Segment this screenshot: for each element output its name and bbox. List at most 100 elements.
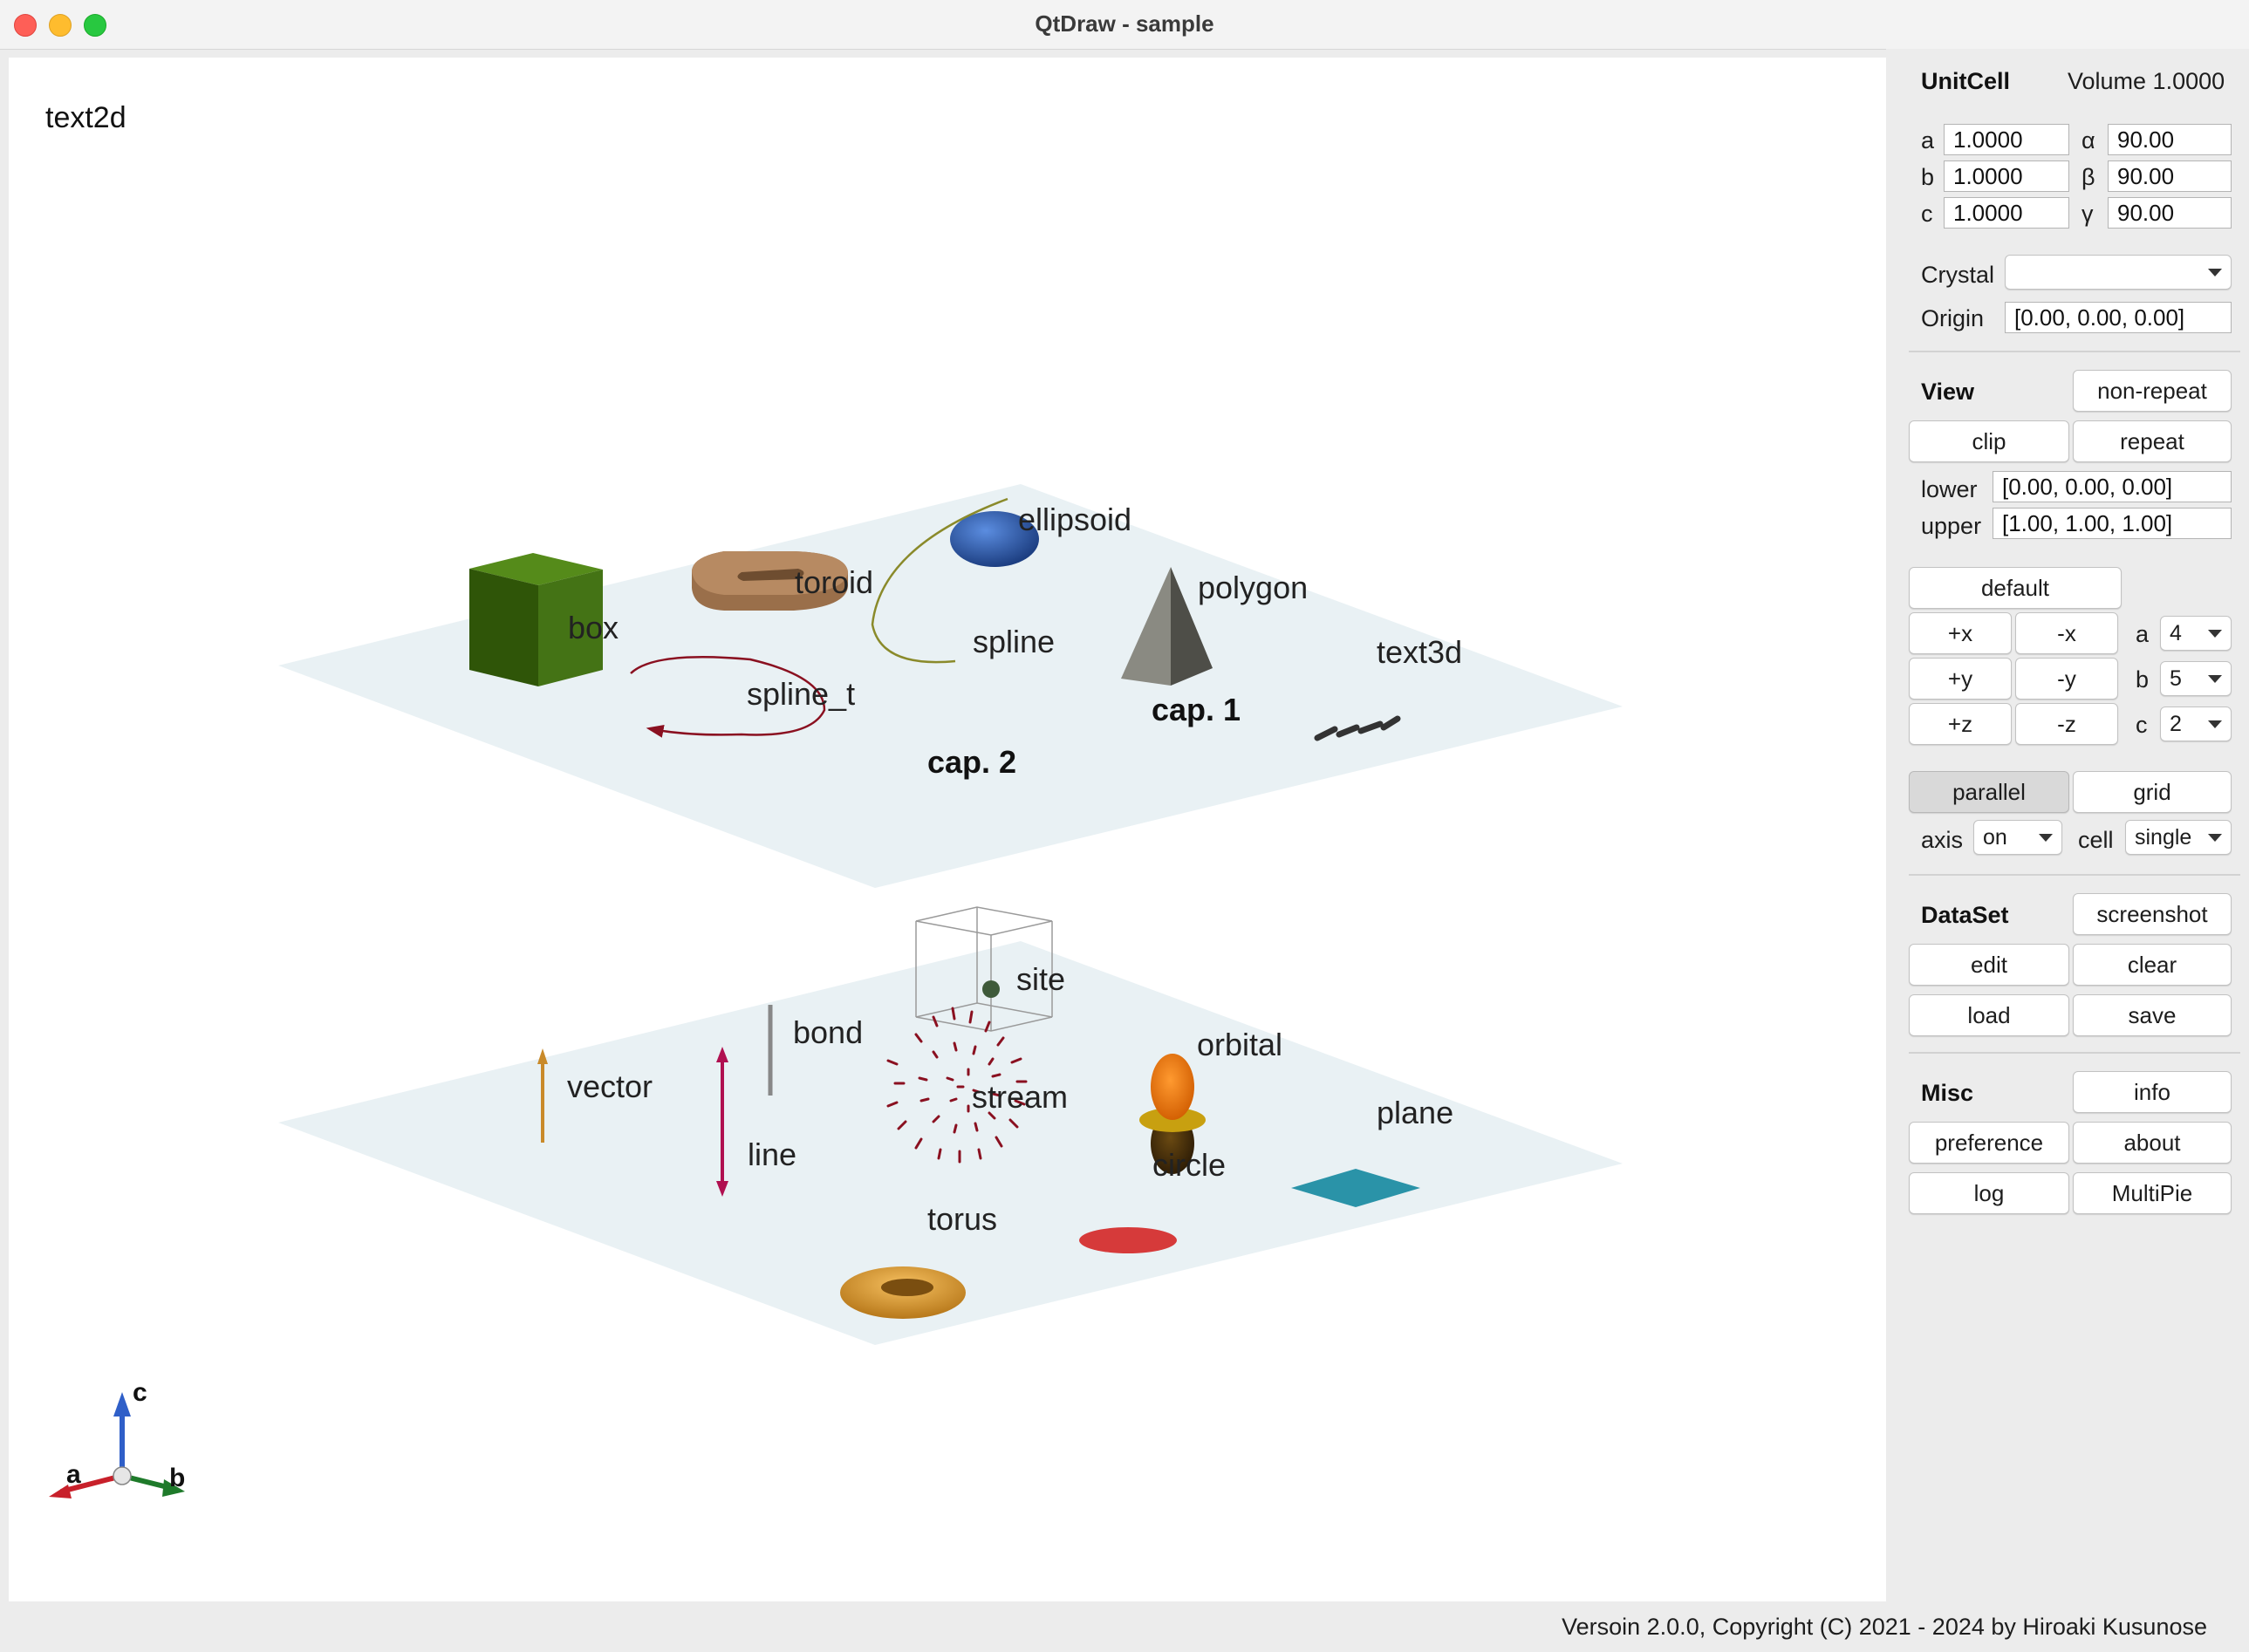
label-stream: stream — [972, 1079, 1068, 1115]
torus-shape — [840, 1266, 966, 1319]
grid-toggle[interactable]: grid — [2073, 771, 2232, 813]
axis-a-label: a — [66, 1460, 81, 1489]
origin-label: Origin — [1921, 305, 1985, 331]
dataset-header: DataSet — [1921, 902, 2009, 928]
a-field[interactable]: 1.0000 — [1944, 124, 2069, 155]
about-button[interactable]: about — [2073, 1122, 2232, 1164]
save-button[interactable]: save — [2073, 994, 2232, 1036]
view-minus-y-button[interactable]: -y — [2015, 658, 2118, 700]
chevron-down-icon — [2208, 630, 2222, 638]
crystal-label: Crystal — [1921, 262, 1995, 288]
edit-button[interactable]: edit — [1909, 944, 2069, 986]
lower-label: lower — [1921, 476, 1978, 502]
load-button[interactable]: load — [1909, 994, 2069, 1036]
chevron-down-icon — [2208, 720, 2222, 728]
lower-field[interactable]: [0.00, 0.00, 0.00] — [1993, 471, 2232, 502]
axis-select[interactable]: on — [1973, 820, 2062, 855]
repeat-a-select[interactable]: 4 — [2160, 616, 2232, 651]
repeat-b-select[interactable]: 5 — [2160, 661, 2232, 696]
chevron-down-icon — [2208, 675, 2222, 683]
c-field[interactable]: 1.0000 — [1944, 197, 2069, 229]
preference-button[interactable]: preference — [1909, 1122, 2069, 1164]
window-title: QtDraw - sample — [1035, 10, 1214, 37]
upper-plane — [278, 484, 1623, 888]
view-minus-x-button[interactable]: -x — [2015, 612, 2118, 654]
repeat-b-value: 5 — [2170, 666, 2182, 691]
view-plus-z-button[interactable]: +z — [1909, 703, 2012, 745]
gamma-label: γ — [2082, 201, 2094, 227]
upper-label: upper — [1921, 513, 1982, 539]
screenshot-button[interactable]: screenshot — [2073, 893, 2232, 935]
label-box: box — [568, 610, 619, 645]
separator — [1909, 351, 2240, 352]
site-sphere — [982, 980, 1000, 998]
label-vector: vector — [567, 1068, 653, 1104]
view-minus-z-button[interactable]: -z — [2015, 703, 2118, 745]
label-plane: plane — [1377, 1095, 1453, 1130]
view-header: View — [1921, 379, 1975, 405]
cell-label: cell — [2078, 827, 2114, 853]
scene-canvas[interactable]: c a b box toroid ellipsoid polygon splin… — [9, 58, 1886, 1601]
label-circle: circle — [1152, 1147, 1226, 1183]
gamma-field[interactable]: 90.00 — [2108, 197, 2232, 229]
clear-button[interactable]: clear — [2073, 944, 2232, 986]
label-spline-t: spline_t — [747, 676, 855, 712]
chevron-down-icon — [2208, 834, 2222, 842]
label-cap1: cap. 1 — [1152, 692, 1241, 727]
non-repeat-button[interactable]: non-repeat — [2073, 370, 2232, 412]
misc-header: Misc — [1921, 1080, 1974, 1106]
axis-b-label: b — [169, 1464, 185, 1492]
multipie-button[interactable]: MultiPie — [2073, 1172, 2232, 1214]
a-label: a — [1921, 127, 1935, 154]
label-site: site — [1016, 961, 1065, 997]
origin-field[interactable]: [0.00, 0.00, 0.00] — [2005, 302, 2232, 333]
label-text3d: text3d — [1377, 634, 1462, 670]
b-label: b — [1921, 164, 1935, 190]
c-label: c — [1921, 201, 1933, 227]
3d-viewport[interactable]: text2d c a b box toroid ellipsoid polygo… — [9, 58, 1886, 1601]
axis-c-label: c — [133, 1378, 147, 1407]
status-text: Versoin 2.0.0, Copyright (C) 2021 - 2024… — [1562, 1614, 2207, 1640]
crystal-select[interactable] — [2005, 255, 2232, 290]
clip-button[interactable]: clip — [1909, 420, 2069, 462]
log-button[interactable]: log — [1909, 1172, 2069, 1214]
axis-label: axis — [1921, 827, 1964, 853]
volume-label: Volume 1.0000 — [2068, 68, 2225, 94]
alpha-label: α — [2082, 127, 2095, 154]
label-torus: torus — [927, 1201, 997, 1237]
title-bar: QtDraw - sample — [0, 0, 2249, 50]
cell-select[interactable]: single — [2125, 820, 2232, 855]
label-cap2: cap. 2 — [927, 744, 1016, 780]
repeat-c-value: 2 — [2170, 712, 2182, 736]
repeat-button[interactable]: repeat — [2073, 420, 2232, 462]
repeat-a-value: 4 — [2170, 621, 2182, 645]
axis-value: on — [1983, 825, 2007, 850]
chevron-down-icon — [2039, 834, 2053, 842]
unitcell-header: UnitCell — [1921, 68, 2011, 94]
beta-field[interactable]: 90.00 — [2108, 160, 2232, 192]
view-plus-y-button[interactable]: +y — [1909, 658, 2012, 700]
label-spline: spline — [973, 624, 1055, 659]
control-panel: UnitCell Volume 1.0000 a 1.0000 α 90.00 … — [1886, 49, 2249, 1603]
repeat-b-label: b — [2136, 666, 2150, 693]
cell-value: single — [2135, 825, 2192, 850]
circle-shape — [1079, 1227, 1177, 1253]
upper-field[interactable]: [1.00, 1.00, 1.00] — [1993, 508, 2232, 539]
alpha-field[interactable]: 90.00 — [2108, 124, 2232, 155]
info-button[interactable]: info — [2073, 1071, 2232, 1113]
repeat-a-label: a — [2136, 621, 2150, 647]
label-toroid: toroid — [795, 564, 873, 600]
label-ellipsoid: ellipsoid — [1018, 502, 1131, 537]
view-plus-x-button[interactable]: +x — [1909, 612, 2012, 654]
separator — [1909, 874, 2240, 876]
chevron-down-icon — [2208, 269, 2222, 276]
parallel-toggle[interactable]: parallel — [1909, 771, 2069, 813]
label-orbital: orbital — [1197, 1027, 1282, 1062]
status-bar: Versoin 2.0.0, Copyright (C) 2021 - 2024… — [0, 1603, 2249, 1652]
label-bond: bond — [793, 1014, 863, 1050]
default-view-button[interactable]: default — [1909, 567, 2122, 609]
repeat-c-select[interactable]: 2 — [2160, 707, 2232, 741]
b-field[interactable]: 1.0000 — [1944, 160, 2069, 192]
beta-label: β — [2082, 164, 2095, 190]
separator — [1909, 1052, 2240, 1054]
